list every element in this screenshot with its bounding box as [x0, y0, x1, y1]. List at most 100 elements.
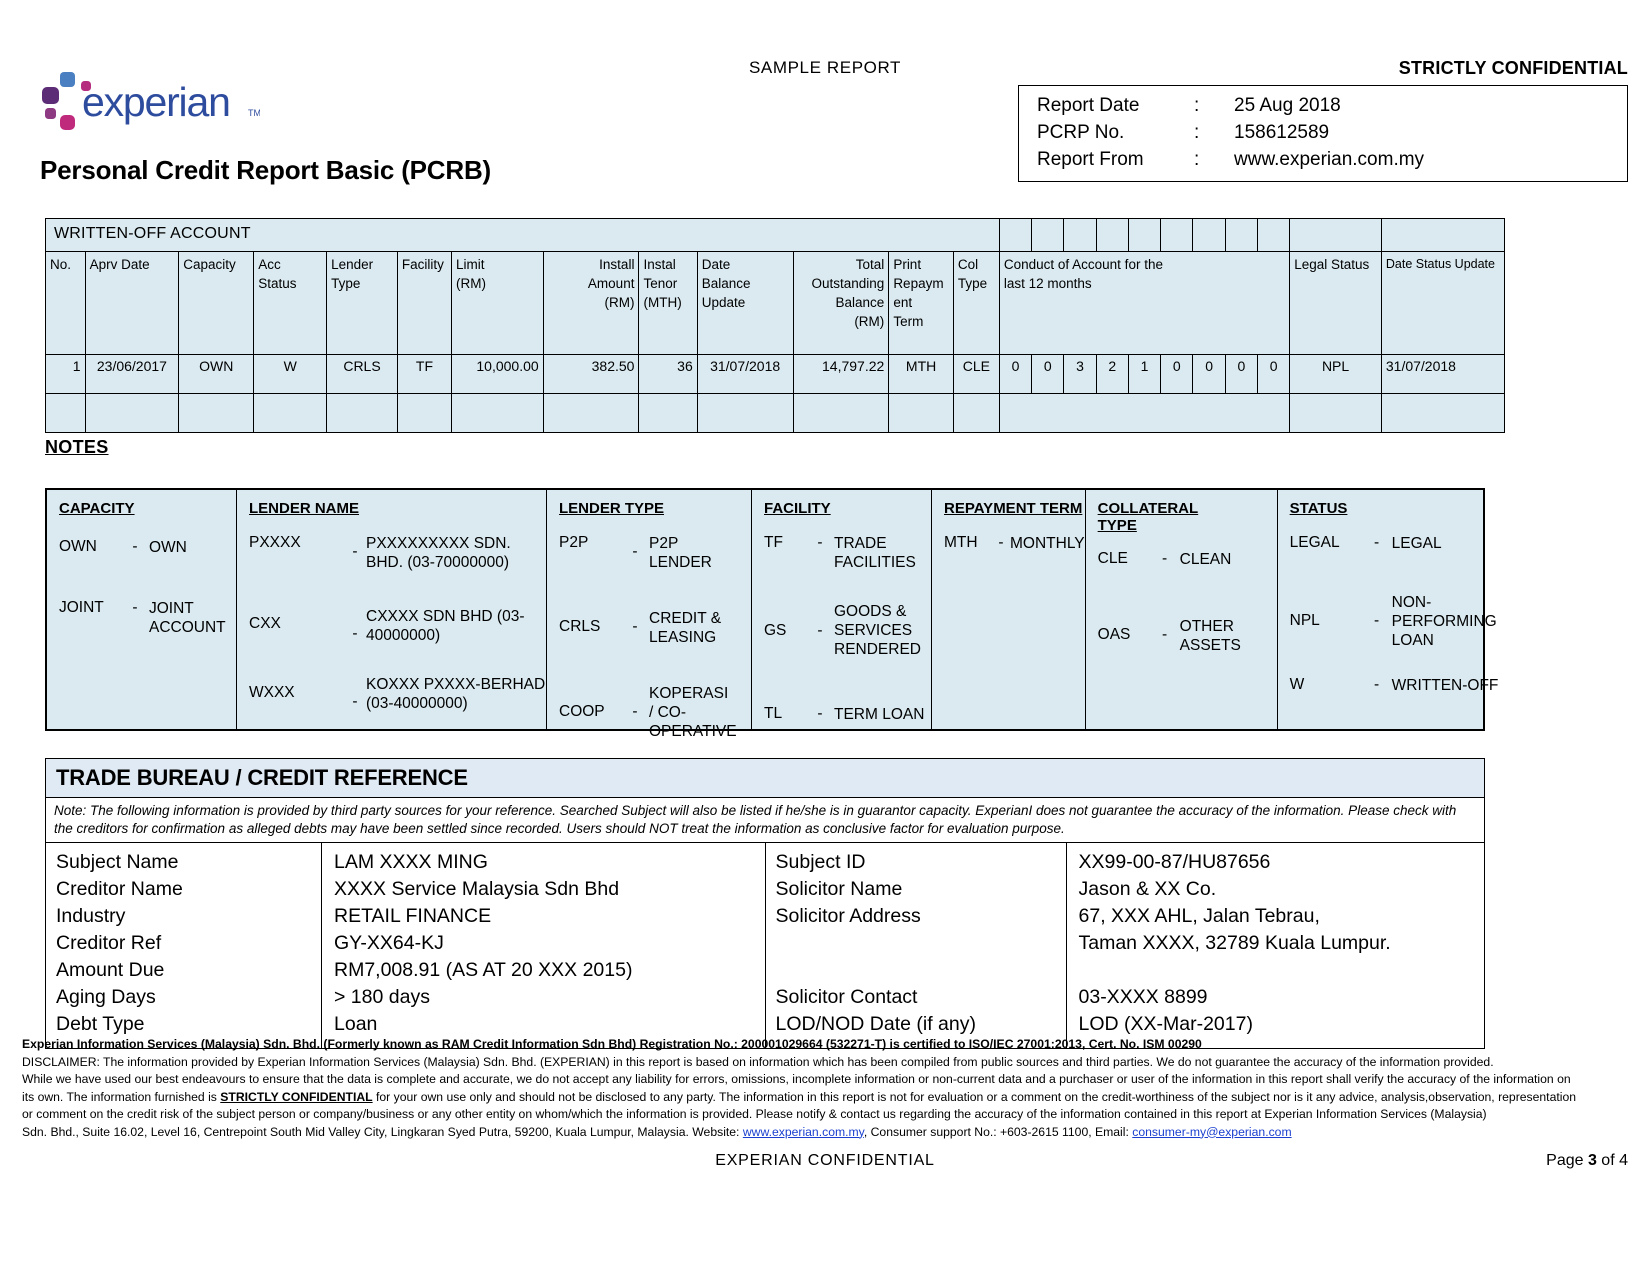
field-label-subject-id: Subject ID: [775, 851, 866, 873]
notes-heading-collateral-type: COLLATERAL TYPE: [1097, 500, 1199, 534]
cell-col-type: CLE: [952, 354, 1000, 394]
trade-bureau-title: TRADE BUREAU / CREDIT REFERENCE: [46, 759, 1484, 798]
notes-entry-desc: CXXXX SDN BHD (03-40000000): [366, 608, 525, 644]
footer-disclaimer-line-2: While we have used our best endeavours t…: [22, 1072, 1571, 1086]
cell-conduct-9: 0: [1256, 354, 1291, 394]
email-link[interactable]: consumer-my@experian.com: [1132, 1125, 1291, 1139]
col-header-limit: Limit (RM): [451, 251, 544, 355]
cell-acc-status: W: [253, 354, 328, 394]
field-value-debt-type: Loan: [334, 1013, 378, 1035]
cell-no: 1: [45, 354, 86, 394]
footer-registration: Experian Information Services (Malaysia)…: [22, 1037, 1202, 1051]
legal-status-tick-cell: [1289, 218, 1382, 252]
page-header: SAMPLE REPORT STRICTLY CONFIDENTIAL expe…: [0, 0, 1650, 200]
field-value-industry: RETAIL FINANCE: [334, 905, 492, 927]
notes-entry-code: MTH: [944, 534, 978, 551]
cell-facility: TF: [396, 354, 453, 394]
notes-entry: PXXXX - PXXXXXXXXX SDN. BHD. (03-7000000…: [237, 534, 546, 572]
trade-bureau-right-half: Subject ID Solicitor Name Solicitor Addr…: [766, 843, 1485, 1048]
experian-logo: experian TM: [40, 70, 260, 132]
page-number-indicator: Page 3 of 4: [1546, 1152, 1628, 1170]
notes-entry-code: COOP: [559, 703, 605, 720]
notes-column-repayment-term: REPAYMENT TERM MTH - MONTHLY: [932, 490, 1086, 729]
notes-column-lender-type: LENDER TYPE P2P - P2P LENDER CRLS - CRED…: [547, 490, 752, 740]
col-header-lender-type: Lender Type: [326, 251, 398, 355]
notes-entry-code: OAS: [1097, 626, 1131, 643]
cell-legal-status: NPL: [1289, 354, 1382, 394]
notes-heading-facility: FACILITY: [764, 500, 831, 517]
field-label-debt-type: Debt Type: [56, 1013, 145, 1035]
report-date-row: Report Date : 25 Aug 2018: [1019, 92, 1627, 119]
empty-cell: [638, 393, 698, 433]
field-value-amount-due: RM7,008.91 (AS AT 20 XXX 2015): [334, 959, 633, 981]
report-date-value: 25 Aug 2018: [1234, 95, 1341, 116]
date-status-tick-cell: [1380, 218, 1506, 252]
field-value-solicitor-address-line1: 67, XXX AHL, Jalan Tebrau,: [1078, 905, 1320, 927]
conduct-tick-cell-1: [998, 218, 1033, 252]
cell-limit: 10,000.00: [451, 354, 544, 394]
svg-text:experian: experian: [82, 79, 230, 125]
page-number: 3: [1587, 1152, 1597, 1169]
col-header-capacity: Capacity: [178, 251, 255, 355]
notes-entry: NPL - NON-PERFORMING LOAN: [1278, 593, 1499, 650]
notes-entry-code: W: [1289, 676, 1305, 693]
empty-cell: [1289, 393, 1382, 433]
field-value-lod-nod-date: LOD (XX-Mar-2017): [1078, 1013, 1253, 1035]
written-off-account-table: WRITTEN-OFF ACCOUNT No. Aprv Date Capaci…: [45, 218, 1506, 433]
notes-entry-code: CLE: [1097, 550, 1128, 567]
notes-entry-code: NPL: [1289, 612, 1320, 629]
empty-cell: [178, 393, 255, 433]
cell-date-status-update: 31/07/2018: [1380, 354, 1506, 394]
empty-cell: [45, 393, 86, 433]
notes-column-lender-name: LENDER NAME PXXXX - PXXXXXXXXX SDN. BHD.…: [237, 490, 547, 729]
field-value-solicitor-contact: 03-XXXX 8899: [1078, 986, 1208, 1008]
page-label: Page: [1546, 1152, 1588, 1169]
cell-install-amount: 382.50: [542, 354, 640, 394]
notes-entry: WXXX - KOXXX PXXXX-BERHAD (03-40000000): [237, 675, 546, 713]
footer-disclaimer-3c: for your own use only and should not be …: [372, 1089, 1576, 1104]
written-off-title-row: WRITTEN-OFF ACCOUNT: [45, 218, 1506, 252]
report-from-colon: :: [1194, 149, 1200, 170]
notes-column-capacity: CAPACITY OWN - OWN JOINT - JOINT ACCOUNT: [47, 490, 237, 729]
svg-text:TM: TM: [248, 108, 260, 118]
empty-cell: [792, 393, 890, 433]
notes-entry-desc: TERM LOAN: [834, 706, 925, 723]
notes-entry-dash: -: [352, 543, 358, 560]
notes-entry: OWN - OWN: [47, 538, 236, 557]
empty-cell: [888, 393, 954, 433]
report-info-box: Report Date : 25 Aug 2018 PCRP No. : 158…: [1018, 85, 1628, 182]
conduct-tick-cell-8: [1224, 218, 1258, 252]
notes-entry-dash: -: [132, 599, 138, 616]
pcrp-no-colon: :: [1194, 122, 1200, 143]
empty-cell: [696, 393, 794, 433]
trade-bureau-left-half: Subject Name Creditor Name Industry Cred…: [46, 843, 766, 1048]
col-header-print-repayment-term: Print Repaym ent Term: [888, 251, 954, 355]
notes-entry-desc: WRITTEN-OFF: [1391, 677, 1499, 694]
conduct-tick-cell-2: [1031, 218, 1065, 252]
notes-entry-dash: -: [632, 703, 638, 720]
cell-aprv-date: 23/06/2017: [84, 354, 180, 394]
website-link[interactable]: www.experian.com.my: [743, 1125, 864, 1139]
notes-heading-capacity: CAPACITY: [59, 500, 135, 517]
trade-bureau-left-keys: Subject Name Creditor Name Industry Cred…: [46, 843, 321, 1048]
conduct-tick-cell-9: [1256, 218, 1291, 252]
empty-cell: [253, 393, 328, 433]
notes-entry: MTH - MONTHLY: [932, 534, 1085, 553]
col-header-acc-status: Acc Status: [253, 251, 328, 355]
notes-entry-code: P2P: [559, 534, 589, 551]
notes-entry: CLE - CLEAN: [1086, 550, 1277, 569]
field-label-creditor-name: Creditor Name: [56, 878, 183, 900]
table-row-empty: [45, 393, 1506, 433]
notes-entry: CXX - CXXXX SDN BHD (03-40000000): [237, 607, 546, 645]
notes-entry-code: OWN: [59, 538, 97, 555]
notes-entry-dash: -: [352, 693, 358, 710]
notes-entry-dash: -: [998, 534, 1004, 551]
written-off-header-row: No. Aprv Date Capacity Acc Status Lender…: [45, 251, 1506, 355]
notes-entry-code: CRLS: [559, 618, 601, 635]
notes-entry-code: TL: [764, 705, 783, 722]
col-header-facility: Facility: [396, 251, 453, 355]
notes-entry-desc: MONTHLY: [1010, 535, 1085, 552]
notes-column-status: STATUS LEGAL - LEGAL NPL - NON-PERFORMIN…: [1278, 490, 1499, 729]
field-value-creditor-name: XXXX Service Malaysia Sdn Bhd: [334, 878, 620, 900]
notes-entry-desc: NON-PERFORMING LOAN: [1391, 594, 1497, 649]
